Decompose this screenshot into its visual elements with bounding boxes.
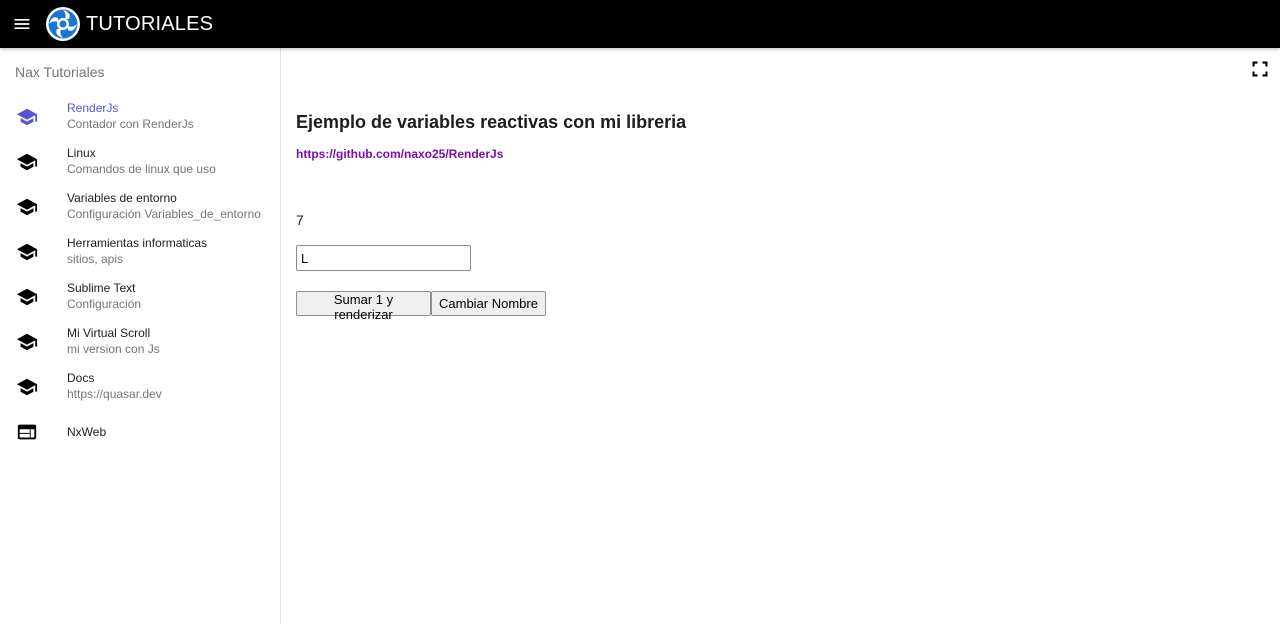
repo-link[interactable]: https://github.com/naxo25/RenderJs (296, 147, 503, 161)
sidebar-item-renderjs[interactable]: RenderJs Contador con RenderJs (0, 94, 280, 139)
school-icon (16, 243, 38, 260)
school-icon (16, 153, 38, 170)
school-icon (16, 288, 38, 305)
sidebar-item-label: Docs (67, 371, 95, 385)
drawer-header: Nax Tutoriales (15, 64, 105, 80)
sum-render-button[interactable]: Sumar 1 y renderizar (296, 291, 431, 322)
sidebar-item-caption: Configuración Variables_de_entorno (67, 207, 261, 221)
sidebar-item-nxweb[interactable]: NxWeb (0, 409, 280, 454)
name-input[interactable] (296, 245, 471, 271)
sidebar-item-caption: Comandos de linux que uso (67, 162, 216, 176)
web-icon (17, 424, 37, 439)
sidebar-item-label: NxWeb (67, 424, 107, 439)
main-content: Ejemplo de variables reactivas con mi li… (282, 48, 1280, 624)
counter-value: 7 (296, 212, 304, 228)
sidebar-item-variables[interactable]: Variables de entorno Configuración Varia… (0, 184, 280, 229)
sidebar-item-label: Linux (67, 146, 96, 160)
app-title: TUTORIALES (86, 12, 214, 35)
fullscreen-icon[interactable] (1250, 59, 1270, 79)
sidebar-item-linux[interactable]: Linux Comandos de linux que uso (0, 139, 280, 184)
sidebar-item-label: RenderJs (67, 101, 119, 115)
page-title: Ejemplo de variables reactivas con mi li… (296, 112, 687, 132)
sidebar-item-herramientas[interactable]: Herramientas informaticas sitios, apis (0, 229, 280, 274)
school-icon (16, 378, 38, 395)
school-icon (16, 108, 38, 125)
sidebar-item-virtual-scroll[interactable]: Mi Virtual Scroll mi version con Js (0, 319, 280, 364)
menu-icon (14, 19, 30, 29)
sidebar-item-label: Mi Virtual Scroll (67, 326, 151, 340)
sidebar-item-caption: https://quasar.dev (67, 387, 162, 401)
change-name-button[interactable]: Cambiar Nombre (431, 291, 546, 316)
sidebar-item-caption: mi version con Js (67, 342, 160, 356)
sidebar-item-label: Variables de entorno (67, 191, 177, 205)
sidebar-item-sublime[interactable]: Sublime Text Configuración (0, 274, 280, 319)
app-header: TUTORIALES (0, 0, 1280, 48)
sidebar-item-caption: Configuración (67, 297, 142, 311)
menu-button[interactable] (0, 0, 44, 48)
school-icon (16, 198, 38, 215)
quasar-logo-icon[interactable] (45, 6, 81, 42)
sidebar-item-label: Sublime Text (67, 281, 136, 295)
sidebar-drawer: Nax Tutoriales RenderJs Contador con Ren… (0, 48, 281, 624)
school-icon (16, 333, 38, 350)
sidebar-item-caption: Contador con RenderJs (67, 117, 194, 131)
sidebar-item-label: Herramientas informaticas (67, 236, 208, 250)
sidebar-item-docs[interactable]: Docs https://quasar.dev (0, 364, 280, 409)
sidebar-item-caption: sitios, apis (67, 252, 124, 266)
